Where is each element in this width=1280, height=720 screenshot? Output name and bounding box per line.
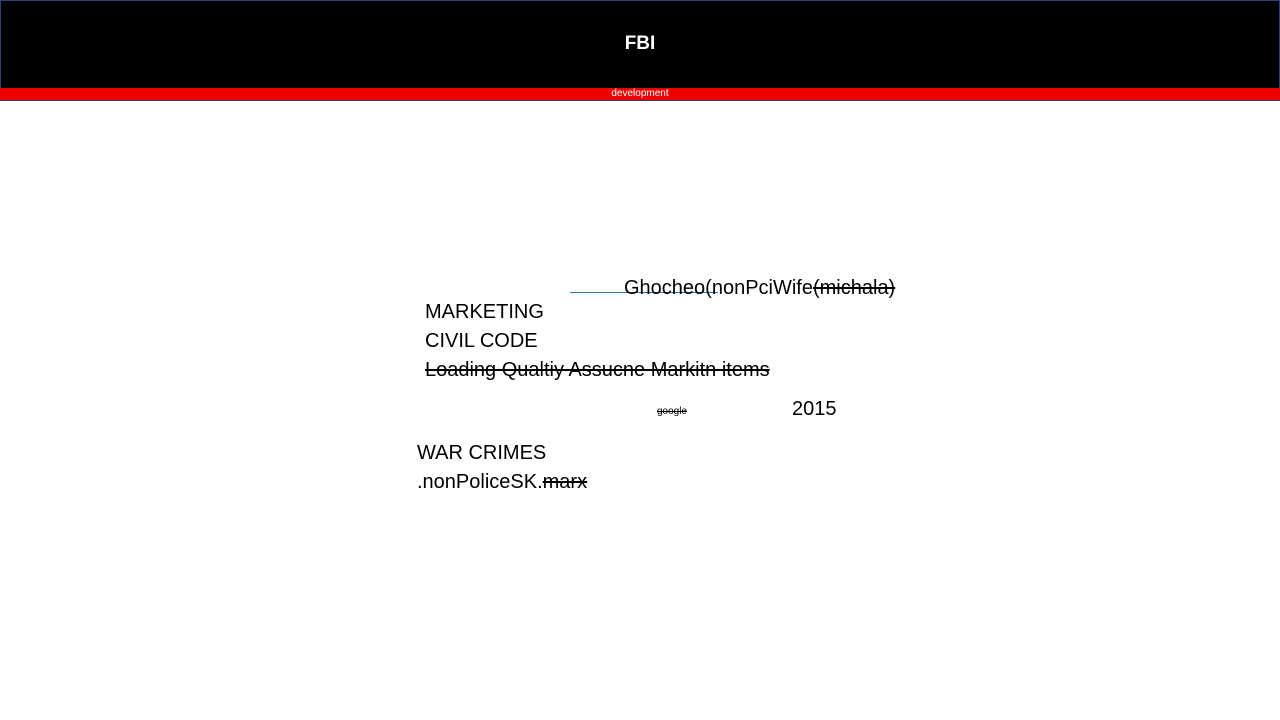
loading-struck-text: Loading Qualtiy Assucne Markitn items — [425, 359, 770, 381]
nonpolice-text: .nonPoliceSK. — [417, 471, 543, 493]
civil-code-text: CIVIL CODE — [425, 330, 538, 352]
michala-struck-text: (michala) — [812, 277, 896, 299]
marketing-text: MARKETING — [425, 301, 544, 323]
text-line-ghocheo: Ghocheo(nonPciWife(michala) — [624, 276, 895, 300]
year-text: 2015 — [792, 398, 837, 420]
slide-subtitle: development — [611, 88, 669, 99]
ghocheo-text: Ghocheo(nonPciWife — [624, 277, 813, 299]
war-crimes-text: WAR CRIMES — [417, 442, 547, 464]
subtitle-bar: development — [0, 88, 1280, 101]
slide-title: FBI — [624, 33, 656, 54]
marx-struck-text: marx — [542, 471, 588, 493]
slide: FBI development Ghocheo(nonPciWife(micha… — [0, 0, 1280, 720]
google-struck-text: google — [657, 406, 688, 417]
text-line-nonpolice: .nonPoliceSK.marx — [417, 470, 587, 494]
